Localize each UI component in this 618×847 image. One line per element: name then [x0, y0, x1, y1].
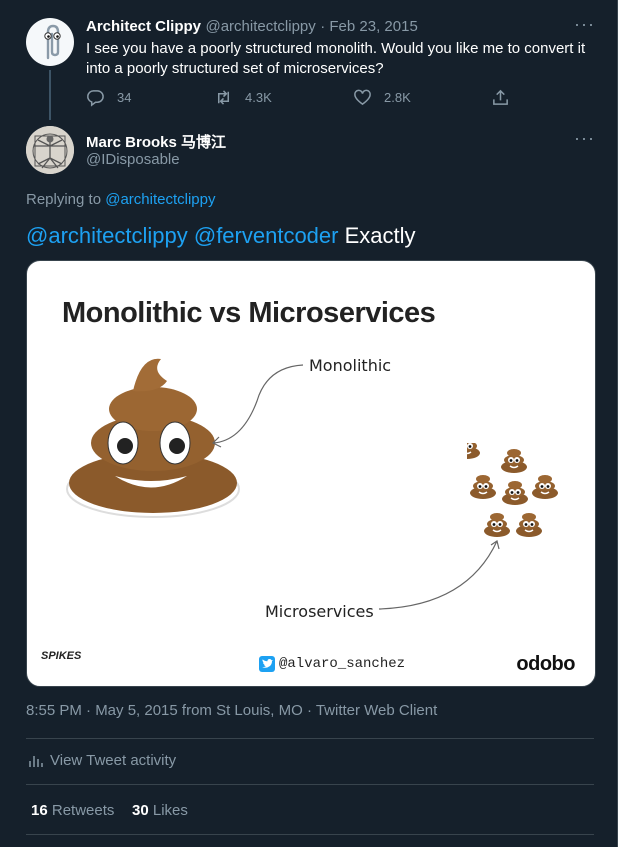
main-more-button[interactable]: ···	[574, 128, 595, 149]
label-microservices: Microservices	[265, 602, 374, 621]
bar-chart-icon	[29, 755, 43, 767]
divider-3	[26, 834, 594, 835]
retweet-count: 4.3K	[245, 90, 272, 105]
parent-tweet-text: I see you have a poorly structured monol…	[86, 40, 586, 77]
image-handle-text: @alvaro_sanchez	[279, 656, 406, 672]
spikes-logo-text: SPIKES	[41, 650, 82, 662]
parent-tweet-header: Architect Clippy @architectclippy · Feb …	[86, 18, 418, 36]
retweets-count: 16	[31, 802, 48, 819]
parent-author-name[interactable]: Architect Clippy	[86, 18, 201, 35]
like-count: 2.8K	[384, 90, 411, 105]
clippy-avatar[interactable]	[26, 18, 74, 66]
vitruvian-avatar-icon	[26, 126, 74, 174]
main-author-handle[interactable]: @IDisposable	[86, 151, 180, 168]
parent-author-handle[interactable]: @architectclippy	[205, 18, 315, 35]
retweets-label: Retweets	[51, 802, 115, 819]
image-twitter-handle: @alvaro_sanchez	[259, 656, 405, 672]
main-tweet-body: Exactly	[344, 223, 416, 248]
likes-label: Likes	[152, 802, 188, 819]
share-icon	[493, 89, 508, 105]
replying-to-link[interactable]: @architectclippy	[105, 191, 215, 208]
parent-more-button[interactable]: ···	[574, 14, 595, 35]
marc-avatar[interactable]	[26, 126, 74, 174]
likes-count: 30	[132, 802, 149, 819]
twitter-bird-icon	[259, 656, 275, 672]
mention-link-2[interactable]: @ferventcoder	[194, 223, 339, 248]
likes-stat[interactable]: 30 Likes	[132, 802, 188, 819]
main-author-name-text: Marc Brooks 马博江	[86, 134, 227, 151]
retweet-icon	[217, 90, 230, 105]
main-author-name[interactable]: Marc Brooks 马博江	[86, 131, 226, 152]
reply-icon	[87, 90, 104, 107]
spikes-logo: SPIKES	[41, 650, 82, 662]
thread-line	[49, 70, 51, 120]
view-activity-label: View Tweet activity	[50, 752, 177, 769]
retweet-button[interactable]: 4.3K	[214, 88, 272, 107]
more-dots-icon: ···	[574, 14, 595, 34]
divider-1	[26, 738, 594, 739]
attached-image[interactable]: Monolithic vs Microservices Monolithic M…	[26, 260, 596, 687]
parent-date[interactable]: · Feb 23, 2015	[320, 18, 418, 35]
paperclip-icon	[44, 24, 61, 60]
heart-icon	[354, 89, 371, 106]
replying-prefix: Replying to	[26, 191, 102, 208]
more-dots-icon: ···	[574, 128, 595, 148]
reply-button[interactable]: 34	[86, 88, 131, 107]
odobo-logo: odobo	[516, 653, 575, 675]
replying-to-line: Replying to @architectclippy	[26, 191, 216, 208]
retweets-stat[interactable]: 16 Retweets	[31, 802, 114, 819]
view-activity-button[interactable]: View Tweet activity	[28, 752, 176, 769]
like-button[interactable]: 2.8K	[353, 88, 411, 107]
reply-count: 34	[117, 90, 132, 105]
share-button[interactable]	[491, 88, 522, 107]
tweet-timestamp[interactable]: 8:55 PM · May 5, 2015 from St Louis, MO …	[26, 702, 437, 719]
main-tweet-text: @architectclippy @ferventcoder Exactly	[26, 223, 416, 249]
arrows-diagram	[211, 364, 500, 610]
divider-2	[26, 784, 594, 785]
label-monolithic: Monolithic	[309, 356, 392, 375]
mention-link-1[interactable]: @architectclippy	[26, 223, 188, 248]
